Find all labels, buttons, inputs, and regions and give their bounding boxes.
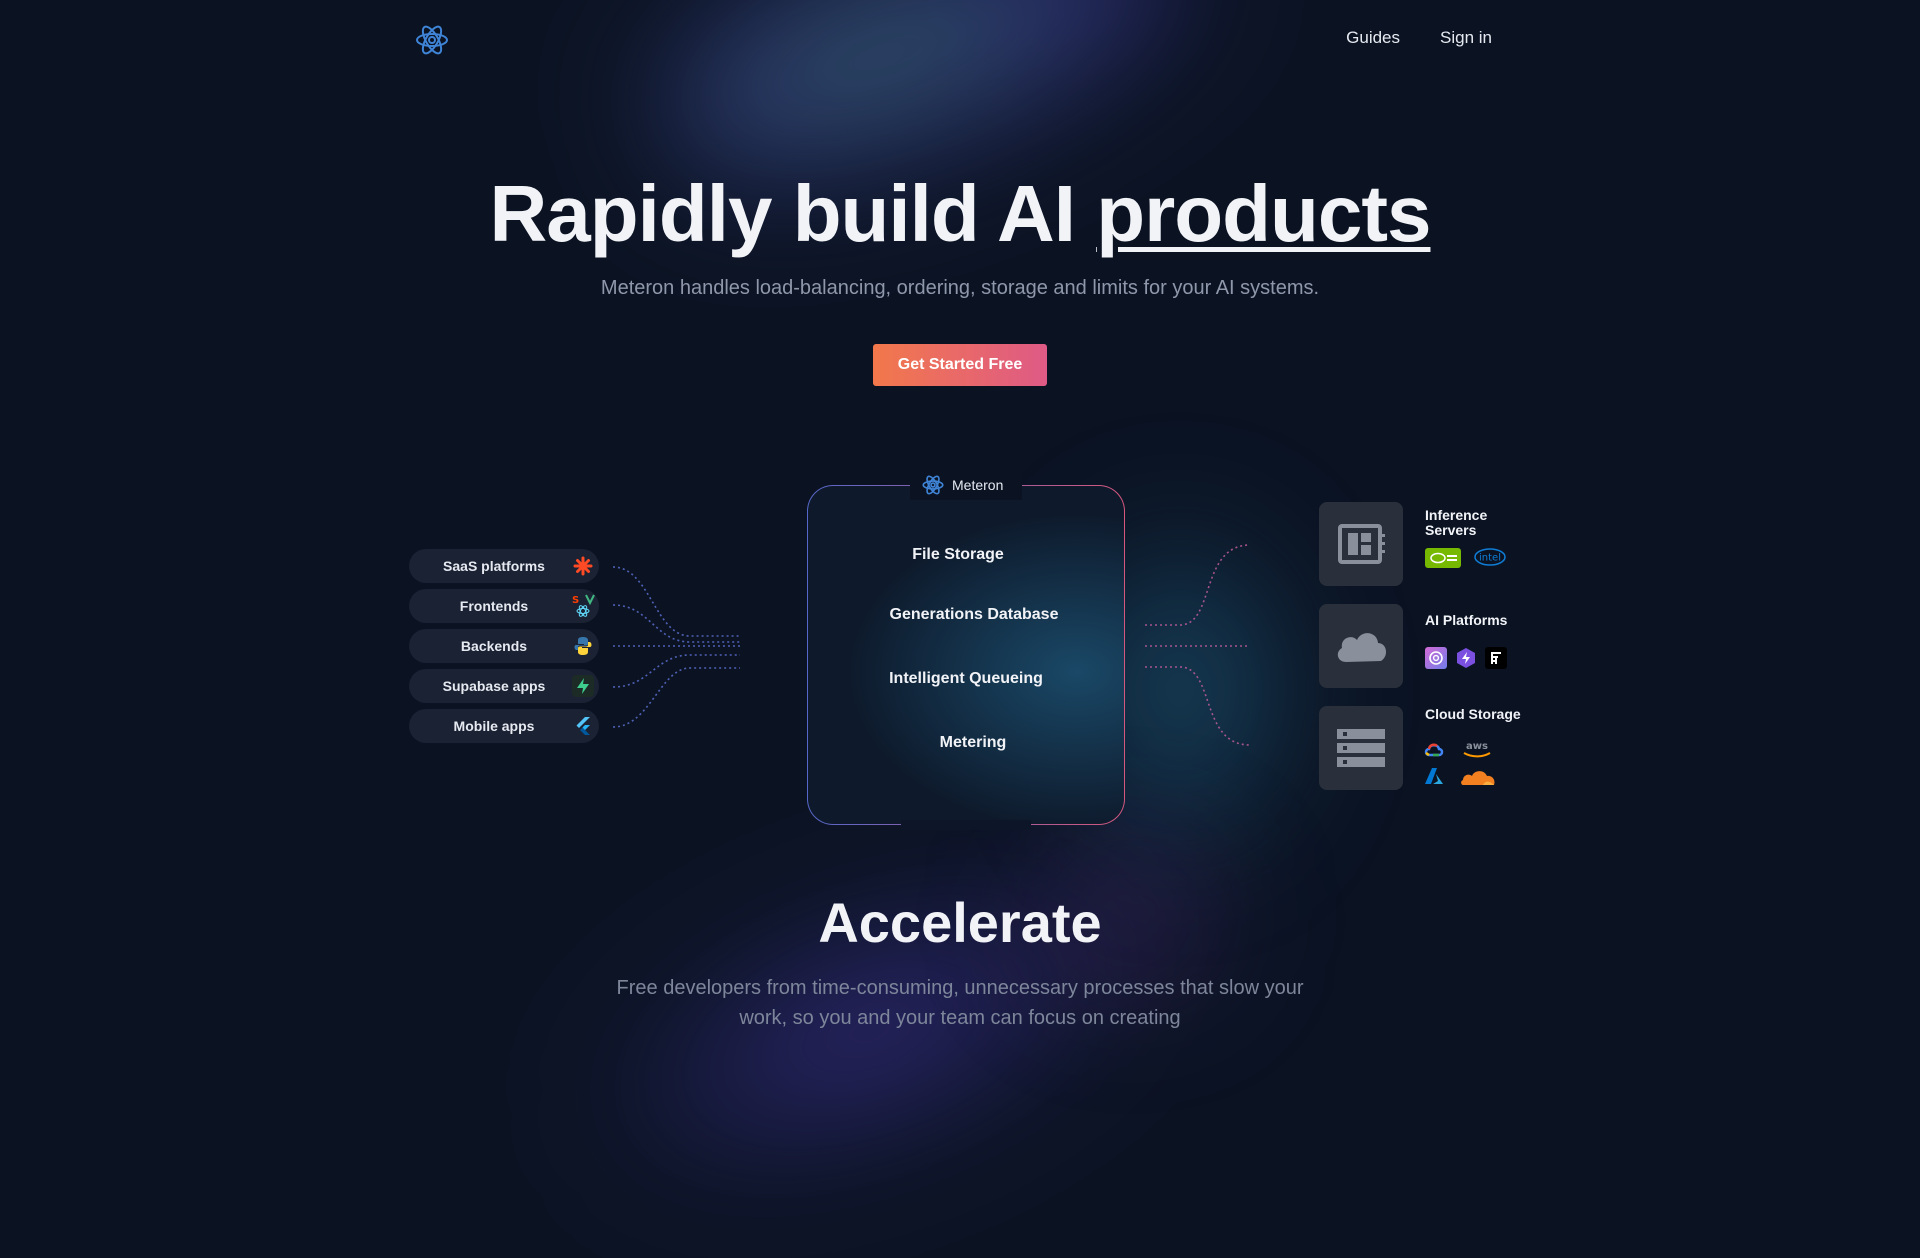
- google-cloud-icon: [1423, 741, 1445, 759]
- svg-text:intel: intel: [1479, 553, 1501, 564]
- cloudflare-icon: [1459, 767, 1497, 787]
- accelerate-subtitle: Free developers from time-consuming, unn…: [616, 977, 1304, 1029]
- frontend-frameworks-icon: S: [567, 589, 599, 623]
- inference-servers-title: Inference Servers: [1425, 507, 1488, 538]
- source-label: Backends: [460, 638, 528, 654]
- source-label: Supabase apps: [442, 678, 546, 694]
- feature-metering: Metering: [939, 734, 1007, 751]
- svg-text:aws: aws: [1466, 741, 1488, 752]
- intel-icon: intel: [1473, 546, 1507, 568]
- python-icon: [567, 629, 599, 663]
- storage-rack-icon: [1337, 729, 1385, 767]
- meteron-logo-icon: [922, 475, 944, 495]
- core-header: Meteron: [910, 470, 1022, 500]
- cloud-storage-title: Cloud Storage: [1425, 706, 1521, 722]
- source-label: Mobile apps: [453, 718, 535, 734]
- feature-generations-database: Generations Database: [889, 606, 1059, 623]
- source-pill-backends: Backends: [409, 629, 599, 663]
- lightning-platform-icon: [1455, 647, 1477, 669]
- replicate-icon: [1485, 647, 1507, 669]
- cloud-storage-tile: [1319, 706, 1403, 790]
- source-pill-frontends: Frontends S: [409, 589, 599, 623]
- server-board-icon: [1338, 524, 1385, 564]
- cloud-icon: [1337, 633, 1387, 662]
- meteron-core-box: [807, 485, 1125, 825]
- source-label: SaaS platforms: [443, 558, 545, 574]
- ai-platforms-title: AI Platforms: [1425, 612, 1508, 628]
- feature-file-storage: File Storage: [912, 546, 1004, 563]
- nvidia-icon: [1425, 548, 1461, 568]
- source-pill-supabase: Supabase apps: [409, 669, 599, 703]
- asterisk-icon: [567, 549, 599, 583]
- ai-platforms-tile: [1319, 604, 1403, 688]
- source-label: Frontends: [459, 598, 529, 614]
- source-pill-mobile: Mobile apps: [409, 709, 599, 743]
- core-title: Meteron: [952, 477, 1004, 493]
- supabase-icon: [567, 669, 599, 703]
- aws-icon: aws: [1461, 738, 1493, 760]
- azure-icon: [1424, 767, 1444, 785]
- svg-text:S: S: [572, 595, 579, 606]
- feature-intelligent-queueing: Intelligent Queueing: [889, 670, 1043, 687]
- accelerate-title: Accelerate: [818, 891, 1102, 954]
- openai-icon: [1425, 647, 1447, 669]
- flutter-icon: [567, 709, 599, 743]
- core-bottom-gap: [901, 820, 1031, 830]
- source-pill-saas: SaaS platforms: [409, 549, 599, 583]
- inference-servers-tile: [1319, 502, 1403, 586]
